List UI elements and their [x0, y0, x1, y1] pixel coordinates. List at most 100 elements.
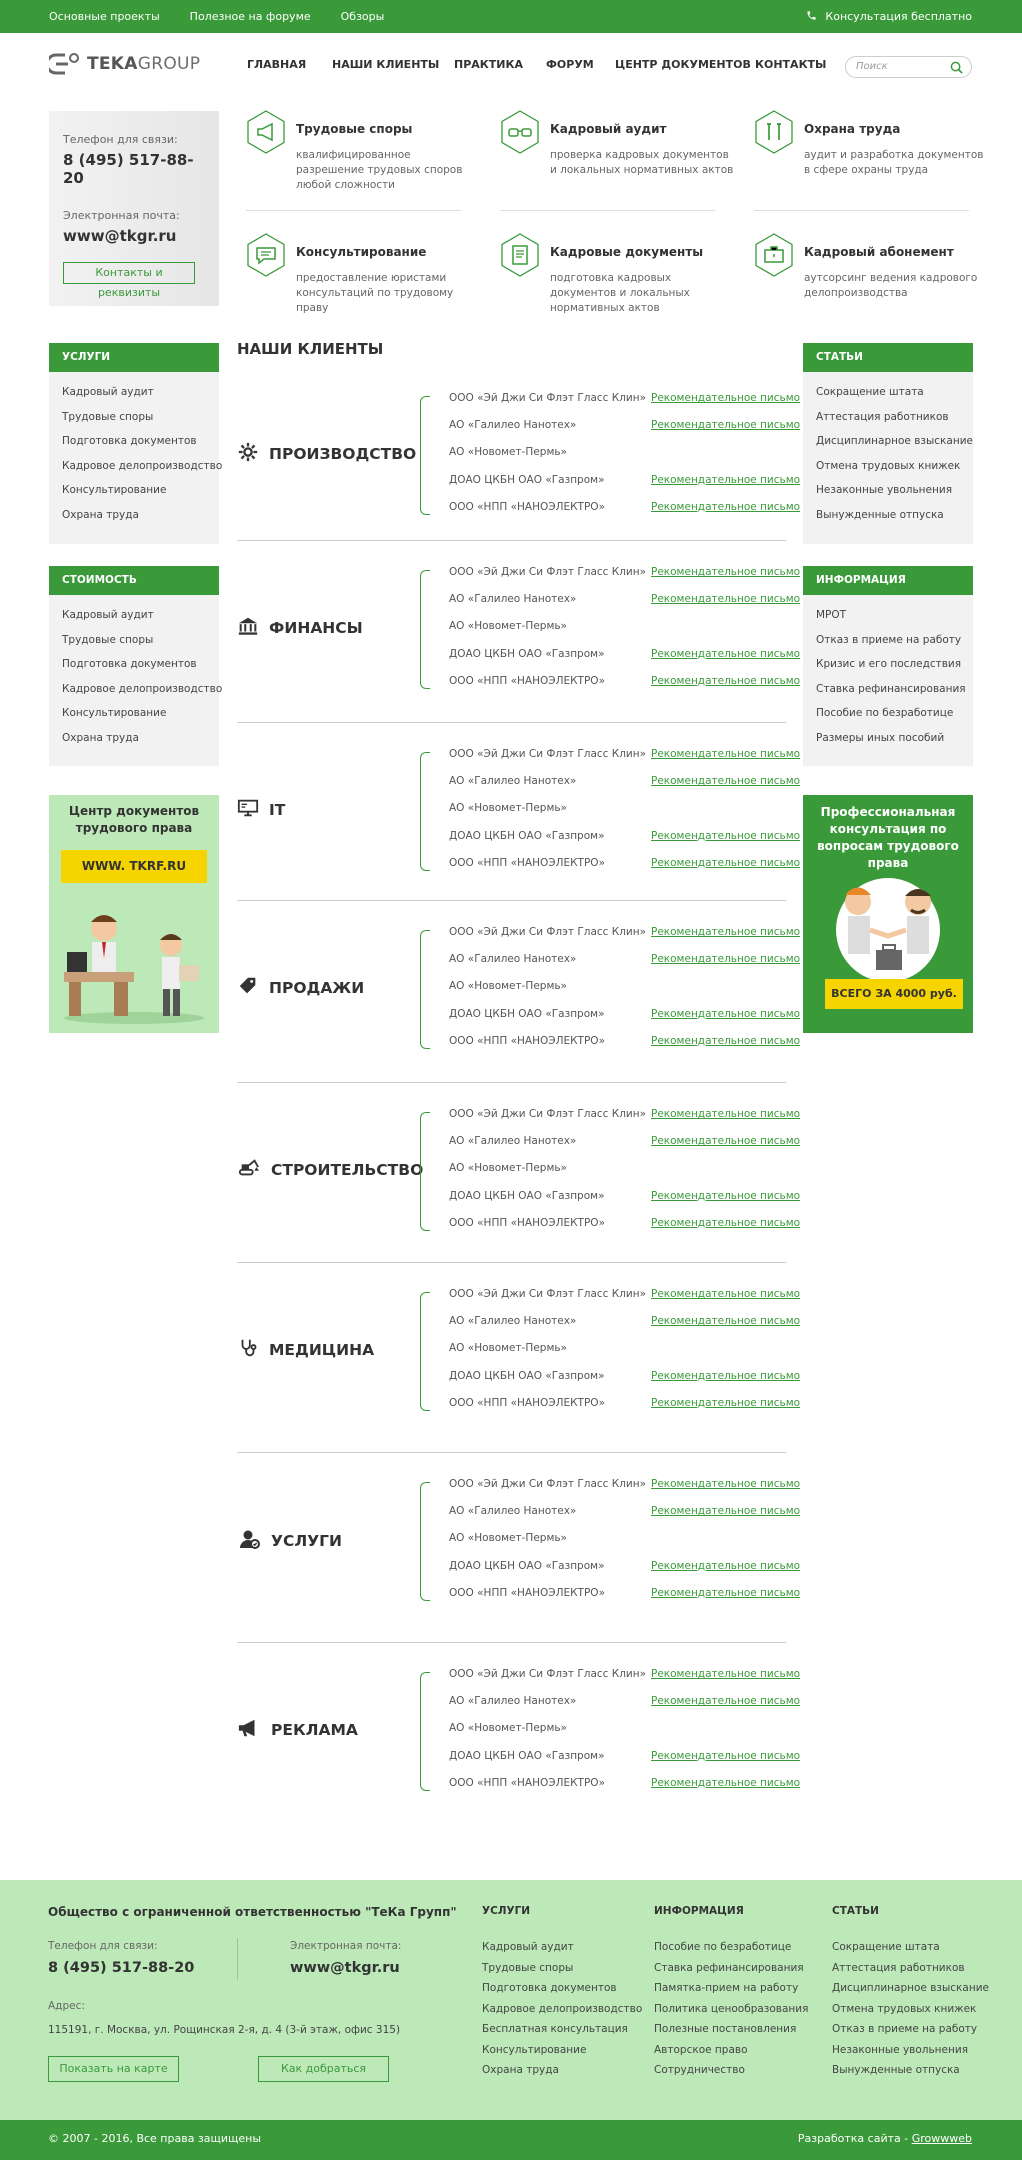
- articles-menu-item[interactable]: Аттестация работников: [816, 405, 960, 430]
- search-input[interactable]: Поиск: [845, 56, 972, 78]
- recommendation-letter-link[interactable]: Рекомендательное письмо: [651, 501, 800, 513]
- recommendation-letter-link[interactable]: Рекомендательное письмо: [651, 1587, 800, 1599]
- prices-menu-item[interactable]: Подготовка документов: [62, 652, 206, 677]
- footer-link[interactable]: Дисциплинарное взыскание: [832, 1978, 989, 1999]
- prices-menu-item[interactable]: Кадровое делопроизводство: [62, 677, 222, 702]
- client-category[interactable]: ПРОИЗВОДСТВО: [237, 441, 416, 467]
- footer-link[interactable]: Вынужденные отпуска: [832, 2060, 989, 2081]
- footer-link[interactable]: Сокращение штата: [832, 1937, 989, 1958]
- recommendation-letter-link[interactable]: Рекомендательное письмо: [651, 775, 800, 787]
- footer-link[interactable]: Отказ в приеме на работу: [832, 2019, 989, 2040]
- recommendation-letter-link[interactable]: Рекомендательное письмо: [651, 392, 800, 404]
- footer-link[interactable]: Памятка-прием на работу: [654, 1978, 808, 1999]
- client-category[interactable]: ФИНАНСЫ: [237, 615, 363, 641]
- articles-menu-item[interactable]: Незаконные увольнения: [816, 478, 960, 503]
- recommendation-letter-link[interactable]: Рекомендательное письмо: [651, 648, 800, 660]
- info-menu-item[interactable]: Ставка рефинансирования: [816, 677, 966, 702]
- services-menu-item[interactable]: Кадровое делопроизводство: [62, 454, 222, 479]
- prices-menu-item[interactable]: Консультирование: [62, 701, 206, 726]
- footer-link[interactable]: Политика ценообразования: [654, 1999, 808, 2020]
- recommendation-letter-link[interactable]: Рекомендательное письмо: [651, 675, 800, 687]
- services-menu-item[interactable]: Консультирование: [62, 478, 206, 503]
- nav-practice[interactable]: ПРАКТИКА: [454, 55, 546, 75]
- client-category[interactable]: МЕДИЦИНА: [237, 1337, 374, 1363]
- site-logo[interactable]: TEKAGROUP: [49, 52, 200, 76]
- footer-link[interactable]: Отмена трудовых книжек: [832, 1999, 989, 2020]
- client-category[interactable]: IT: [237, 797, 285, 823]
- recommendation-letter-link[interactable]: Рекомендательное письмо: [651, 953, 800, 965]
- prices-menu-item[interactable]: Кадровый аудит: [62, 603, 206, 628]
- services-menu-item[interactable]: Подготовка документов: [62, 429, 206, 454]
- services-menu-item[interactable]: Кадровый аудит: [62, 380, 206, 405]
- recommendation-letter-link[interactable]: Рекомендательное письмо: [651, 748, 800, 760]
- recommendation-letter-link[interactable]: Рекомендательное письмо: [651, 1397, 800, 1409]
- promo-documents-banner[interactable]: Центр документов трудового права WWW. TK…: [49, 795, 219, 1033]
- articles-menu-item[interactable]: Отмена трудовых книжек: [816, 454, 960, 479]
- recommendation-letter-link[interactable]: Рекомендательное письмо: [651, 1777, 800, 1789]
- info-menu-item[interactable]: Размеры иных пособий: [816, 726, 960, 751]
- nav-clients[interactable]: НАШИ КЛИЕНТЫ: [332, 55, 454, 75]
- consult-link[interactable]: Консультация бесплатно: [806, 0, 972, 33]
- recommendation-letter-link[interactable]: Рекомендательное письмо: [651, 419, 800, 431]
- recommendation-letter-link[interactable]: Рекомендательное письмо: [651, 1695, 800, 1707]
- recommendation-letter-link[interactable]: Рекомендательное письмо: [651, 1108, 800, 1120]
- recommendation-letter-link[interactable]: Рекомендательное письмо: [651, 474, 800, 486]
- info-menu-item[interactable]: МРОТ: [816, 603, 960, 628]
- recommendation-letter-link[interactable]: Рекомендательное письмо: [651, 857, 800, 869]
- client-category[interactable]: РЕКЛАМА: [237, 1717, 358, 1743]
- recommendation-letter-link[interactable]: Рекомендательное письмо: [651, 830, 800, 842]
- articles-menu-item[interactable]: Вынужденные отпуска: [816, 503, 960, 528]
- footer-link[interactable]: Подготовка документов: [482, 1978, 642, 1999]
- recommendation-letter-link[interactable]: Рекомендательное письмо: [651, 1008, 800, 1020]
- info-menu-item[interactable]: Пособие по безработице: [816, 701, 960, 726]
- recommendation-letter-link[interactable]: Рекомендательное письмо: [651, 1217, 800, 1229]
- recommendation-letter-link[interactable]: Рекомендательное письмо: [651, 1750, 800, 1762]
- footer-link[interactable]: Консультирование: [482, 2040, 642, 2061]
- footer-link[interactable]: Бесплатная консультация: [482, 2019, 642, 2040]
- articles-menu-item[interactable]: Дисциплинарное взыскание: [816, 429, 973, 454]
- recommendation-letter-link[interactable]: Рекомендательное письмо: [651, 593, 800, 605]
- client-category[interactable]: ПРОДАЖИ: [237, 975, 364, 1001]
- top-link-forum[interactable]: Полезное на форуме: [190, 10, 311, 23]
- footer-link[interactable]: Сотрудничество: [654, 2060, 808, 2081]
- recommendation-letter-link[interactable]: Рекомендательное письмо: [651, 1560, 800, 1572]
- footer-link[interactable]: Кадровое делопроизводство: [482, 1999, 642, 2020]
- footer-link[interactable]: Полезные постановления: [654, 2019, 808, 2040]
- footer-link[interactable]: Трудовые споры: [482, 1958, 642, 1979]
- promo-consultation-banner[interactable]: Профессиональная консультация по вопроса…: [803, 795, 973, 1033]
- top-link-projects[interactable]: Основные проекты: [49, 10, 160, 23]
- prices-menu-item[interactable]: Охрана труда: [62, 726, 206, 751]
- prices-menu-item[interactable]: Трудовые споры: [62, 628, 206, 653]
- recommendation-letter-link[interactable]: Рекомендательное письмо: [651, 926, 800, 938]
- recommendation-letter-link[interactable]: Рекомендательное письмо: [651, 1035, 800, 1047]
- articles-menu-item[interactable]: Сокращение штата: [816, 380, 960, 405]
- nav-home[interactable]: ГЛАВНАЯ: [247, 55, 332, 75]
- recommendation-letter-link[interactable]: Рекомендательное письмо: [651, 1478, 800, 1490]
- info-menu-item[interactable]: Кризис и его последствия: [816, 652, 961, 677]
- recommendation-letter-link[interactable]: Рекомендательное письмо: [651, 1135, 800, 1147]
- recommendation-letter-link[interactable]: Рекомендательное письмо: [651, 1370, 800, 1382]
- services-menu-item[interactable]: Трудовые споры: [62, 405, 206, 430]
- recommendation-letter-link[interactable]: Рекомендательное письмо: [651, 1288, 800, 1300]
- footer-link[interactable]: Охрана труда: [482, 2060, 642, 2081]
- contacts-button[interactable]: Контакты и реквизиты: [63, 262, 195, 299]
- services-menu-item[interactable]: Охрана труда: [62, 503, 206, 528]
- show-map-button[interactable]: Показать на карте: [48, 2056, 179, 2082]
- footer-link[interactable]: Авторское право: [654, 2040, 808, 2061]
- recommendation-letter-link[interactable]: Рекомендательное письмо: [651, 566, 800, 578]
- recommendation-letter-link[interactable]: Рекомендательное письмо: [651, 1315, 800, 1327]
- footer-link[interactable]: Аттестация работников: [832, 1958, 989, 1979]
- footer-link[interactable]: Пособие по безработице: [654, 1937, 808, 1958]
- info-menu-item[interactable]: Отказ в приеме на работу: [816, 628, 961, 653]
- footer-link[interactable]: Кадровый аудит: [482, 1937, 642, 1958]
- client-category[interactable]: СТРОИТЕЛЬСТВО: [237, 1157, 423, 1183]
- recommendation-letter-link[interactable]: Рекомендательное письмо: [651, 1505, 800, 1517]
- developer-link[interactable]: Growwweb: [912, 2132, 972, 2145]
- recommendation-letter-link[interactable]: Рекомендательное письмо: [651, 1190, 800, 1202]
- client-category[interactable]: УСЛУГИ: [237, 1527, 342, 1555]
- directions-button[interactable]: Как добраться: [258, 2056, 389, 2082]
- top-link-reviews[interactable]: Обзоры: [341, 10, 385, 23]
- search-icon[interactable]: [950, 61, 963, 82]
- nav-documents[interactable]: ЦЕНТР ДОКУМЕНТОВ: [615, 55, 755, 75]
- nav-contacts[interactable]: КОНТАКТЫ: [755, 55, 826, 75]
